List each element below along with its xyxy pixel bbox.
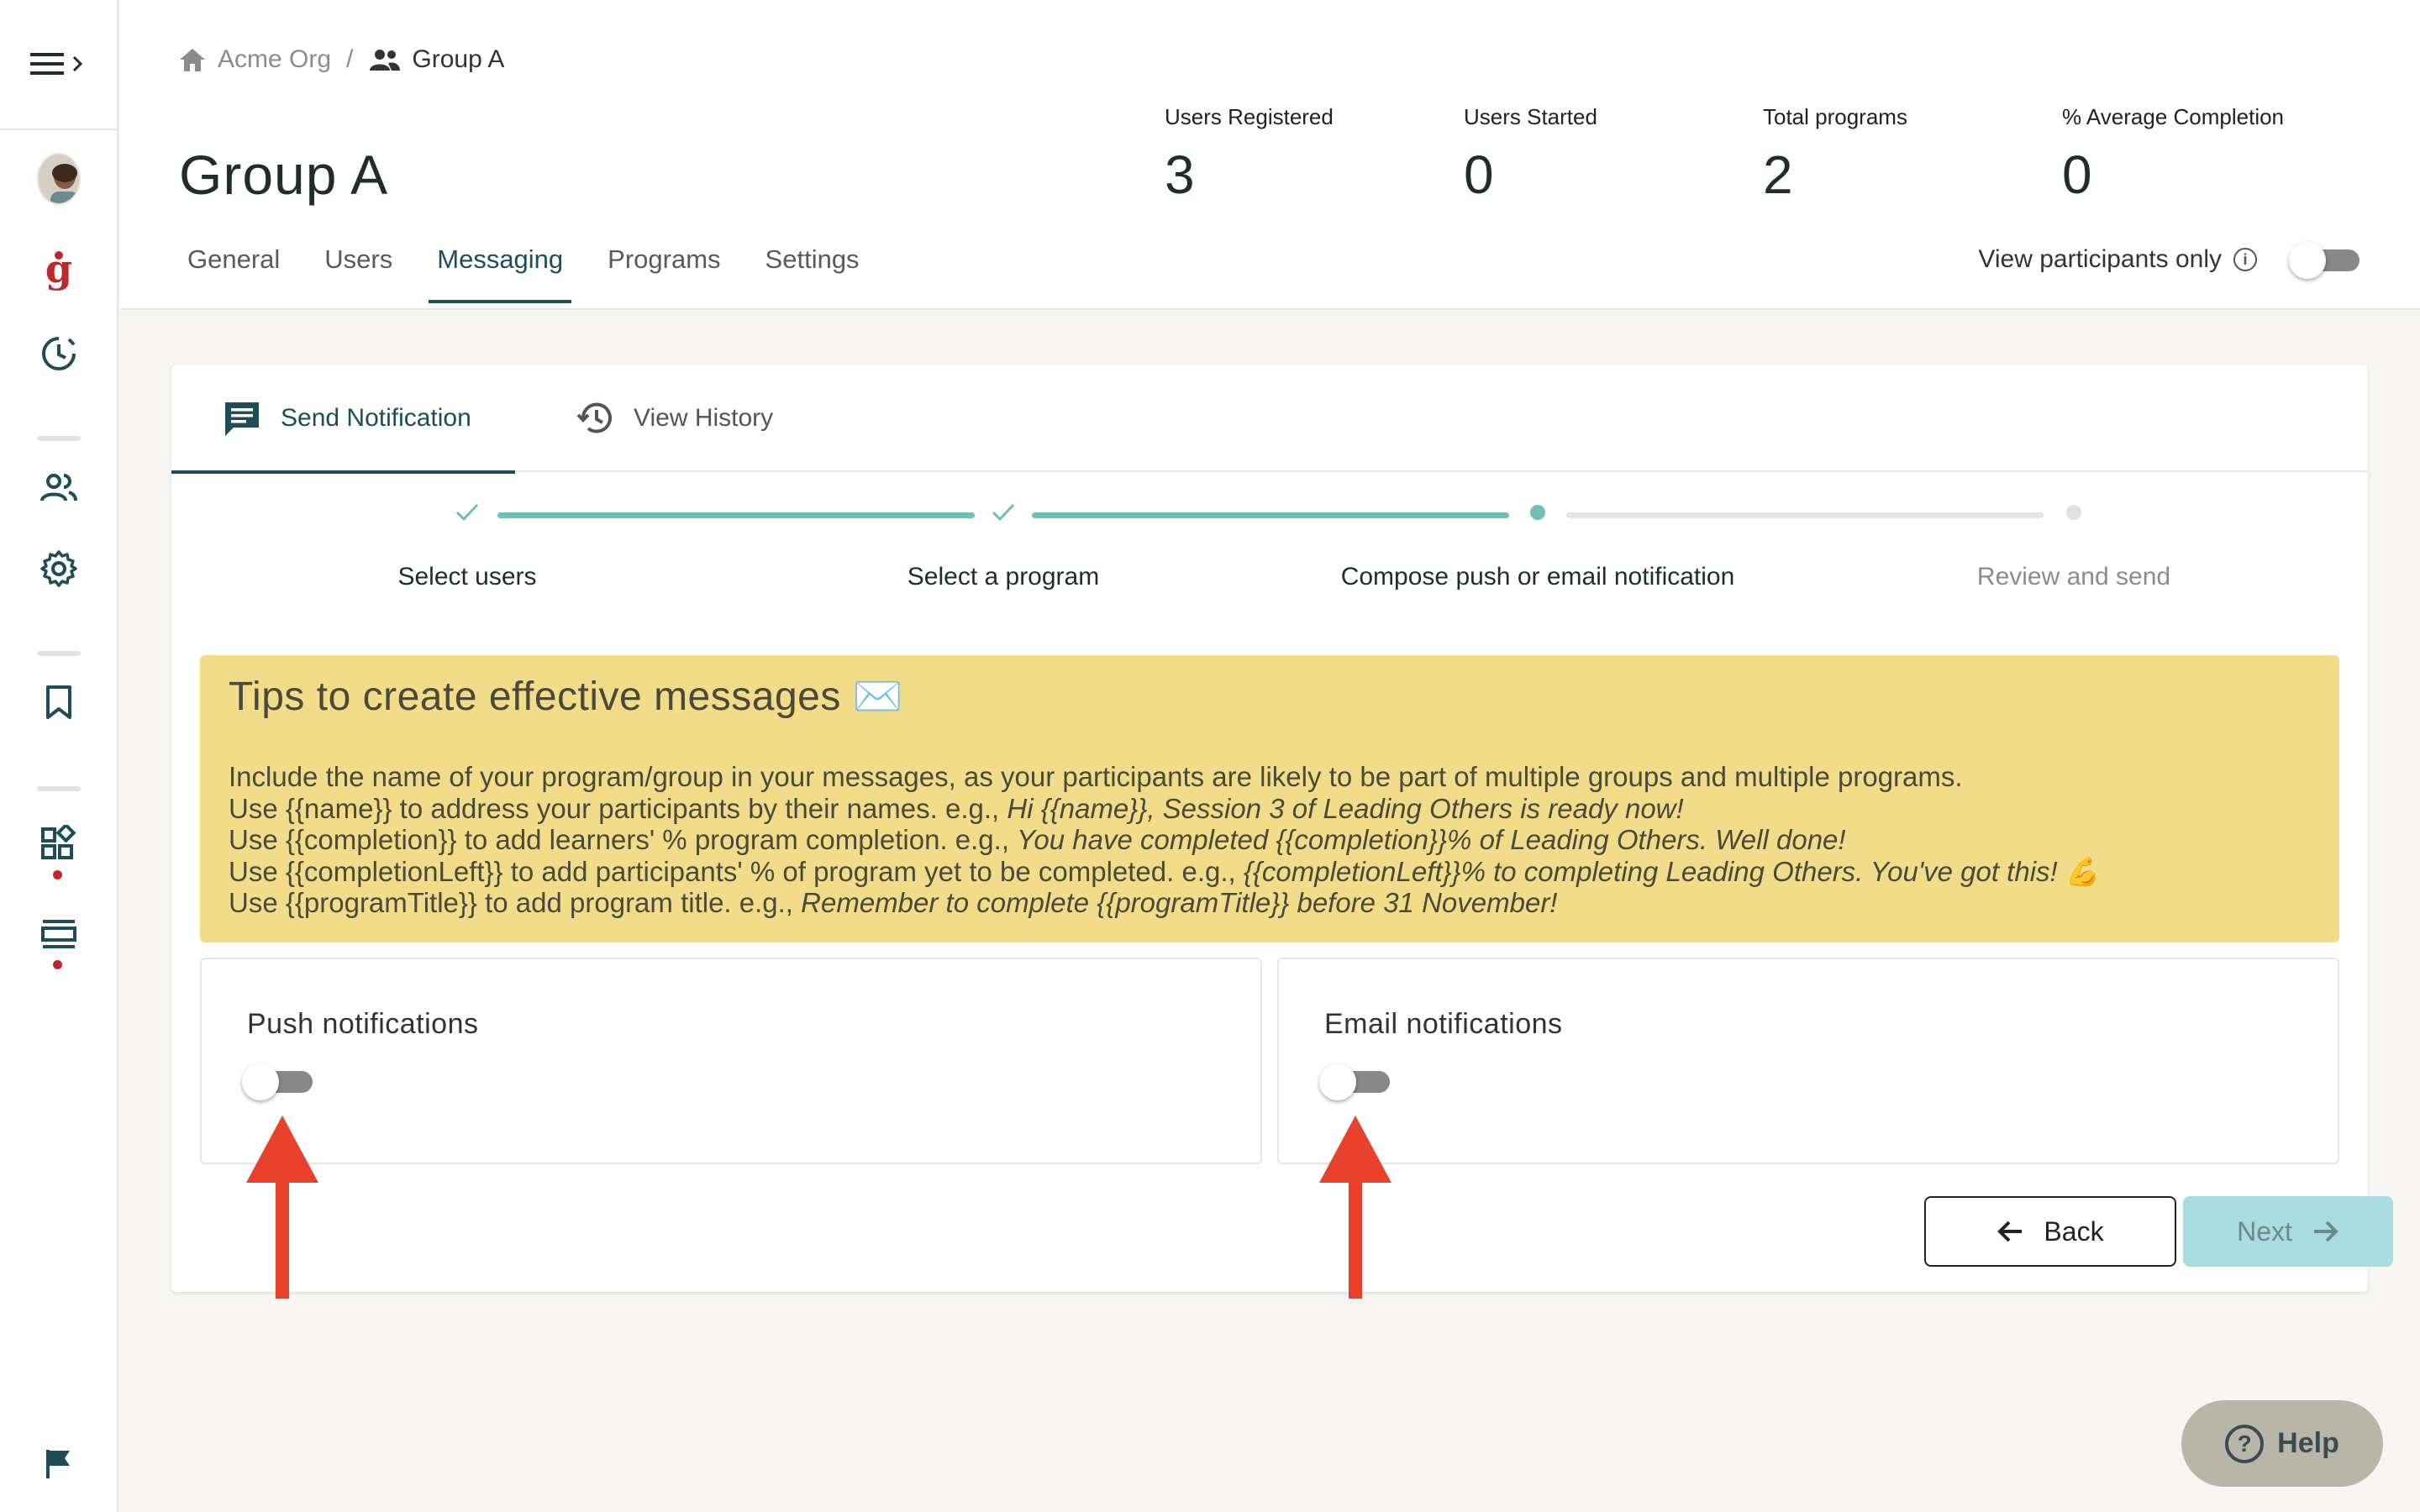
history-icon [576,402,612,433]
tip-line: Use {{programTitle}} to add program titl… [229,887,1558,918]
arrow-right-icon [2313,1221,2338,1242]
rail-divider [37,786,81,791]
subtab-history-label: View History [634,404,774,432]
group-tabs: General Users Messaging Programs Setting… [187,238,904,303]
email-notifications-title: Email notifications [1324,1008,1563,1040]
tips-title: Tips to create effective messages ✉️ [229,675,903,719]
stat-value: 0 [1464,144,1494,205]
push-notifications-card: Push notifications [200,958,1262,1164]
help-label: Help [2277,1427,2339,1459]
stat-average-completion: % Average Completion 0 [2062,104,2284,206]
hamburger-icon [30,53,64,75]
notification-dot [53,960,62,969]
tab-messaging[interactable]: Messaging [429,238,572,303]
annotation-arrow-up-icon [246,1116,318,1299]
group-icon [370,50,401,71]
step-label: Compose push or email notification [1340,563,1735,591]
stat-label: % Average Completion [2062,104,2285,129]
step-done-check-icon [450,496,484,529]
page-title: Group A [179,144,389,206]
step-label: Review and send [1976,563,2171,591]
subtab-send-label: Send Notification [281,404,471,432]
email-notifications-toggle[interactable] [1319,1062,1392,1100]
stat-value: 0 [2062,144,2092,205]
next-label: Next [2237,1215,2292,1247]
info-icon[interactable]: i [2233,248,2257,271]
rail-top [0,0,118,130]
group-header: Acme Org / Group A Group A Users Registe… [120,0,2420,310]
tip-line: Use {{name}} to address your participant… [229,792,1684,824]
rail-divider [37,436,81,441]
tab-general[interactable]: General [187,238,280,297]
rail-divider [37,651,81,656]
view-participants-toggle[interactable] [2289,240,2361,279]
view-participants-control: View participants only i [1978,240,2361,279]
tab-settings[interactable]: Settings [765,238,860,297]
stat-value: 3 [1165,144,1195,205]
breadcrumb-org-link[interactable]: Acme Org [218,45,331,74]
back-label: Back [2044,1215,2104,1247]
step-pending-dot [2057,496,2091,529]
notification-dot [53,870,62,879]
bookmark-icon[interactable] [37,680,81,724]
stat-label: Users Registered [1165,104,1334,129]
help-button[interactable]: ? Help [2181,1400,2383,1487]
view-participants-label: View participants only [1978,245,2222,273]
stat-users-started: Users Started 0 [1464,104,1597,206]
breadcrumb: Acme Org / Group A [177,45,504,74]
step-label: Select a program [907,563,1100,591]
tab-users[interactable]: Users [324,238,392,297]
subtab-view-history[interactable]: View History [575,365,773,472]
next-button[interactable]: Next [2183,1196,2393,1267]
annotation-arrow-up-icon [1319,1116,1392,1299]
step-connector [497,512,975,518]
email-notifications-card: Email notifications [1277,958,2339,1164]
tips-panel: Tips to create effective messages ✉️ Inc… [200,655,2339,942]
step-done-check-icon [986,496,1020,529]
step-connector [1566,512,2044,518]
stat-label: Users Started [1464,104,1597,129]
stat-label: Total programs [1763,104,1907,129]
settings-gear-icon[interactable] [37,547,81,591]
tip-line: Use {{completion}} to add learners' % pr… [229,824,1846,855]
tip-line: Include the name of your program/group i… [229,761,1963,792]
home-icon[interactable] [177,46,208,73]
list-layout-icon[interactable] [37,912,81,956]
history-clock-icon[interactable] [37,332,81,375]
left-rail: g [0,0,118,1512]
push-notifications-title: Push notifications [247,1008,479,1040]
stat-value: 2 [1763,144,1793,205]
tip-line: Use {{completionLeft}} to add participan… [229,855,2100,887]
dashboard-widgets-icon[interactable] [37,822,81,865]
users-icon[interactable] [37,466,81,510]
breadcrumb-group: Group A [412,45,505,73]
push-notifications-toggle[interactable] [242,1062,314,1100]
subtab-send-notification[interactable]: Send Notification [171,365,515,474]
avatar[interactable] [37,153,81,205]
chevron-right-icon [72,55,83,72]
step-connector [1032,512,1509,518]
flag-icon[interactable] [37,1441,81,1485]
breadcrumb-separator: / [346,45,354,73]
menu-expand-button[interactable] [29,47,89,81]
messaging-card: Send Notification View History Select us… [171,365,2393,1292]
step-current-dot [1521,496,1555,529]
back-button[interactable]: Back [1924,1196,2176,1267]
stat-users-registered: Users Registered 3 [1165,104,1334,206]
stat-total-programs: Total programs 2 [1763,104,1907,206]
progress-stepper: Select users Select a program Compose pu… [171,491,2368,608]
tab-programs[interactable]: Programs [608,238,720,297]
help-question-icon: ? [2225,1424,2265,1463]
arrow-left-icon [1997,1221,2023,1242]
messaging-subtabs: Send Notification View History [171,365,2368,474]
message-icon [225,402,259,436]
tips-text: Include the name of your program/group i… [229,761,2100,919]
brand-logo-icon[interactable]: g [37,249,81,294]
step-label: Select users [397,563,537,591]
